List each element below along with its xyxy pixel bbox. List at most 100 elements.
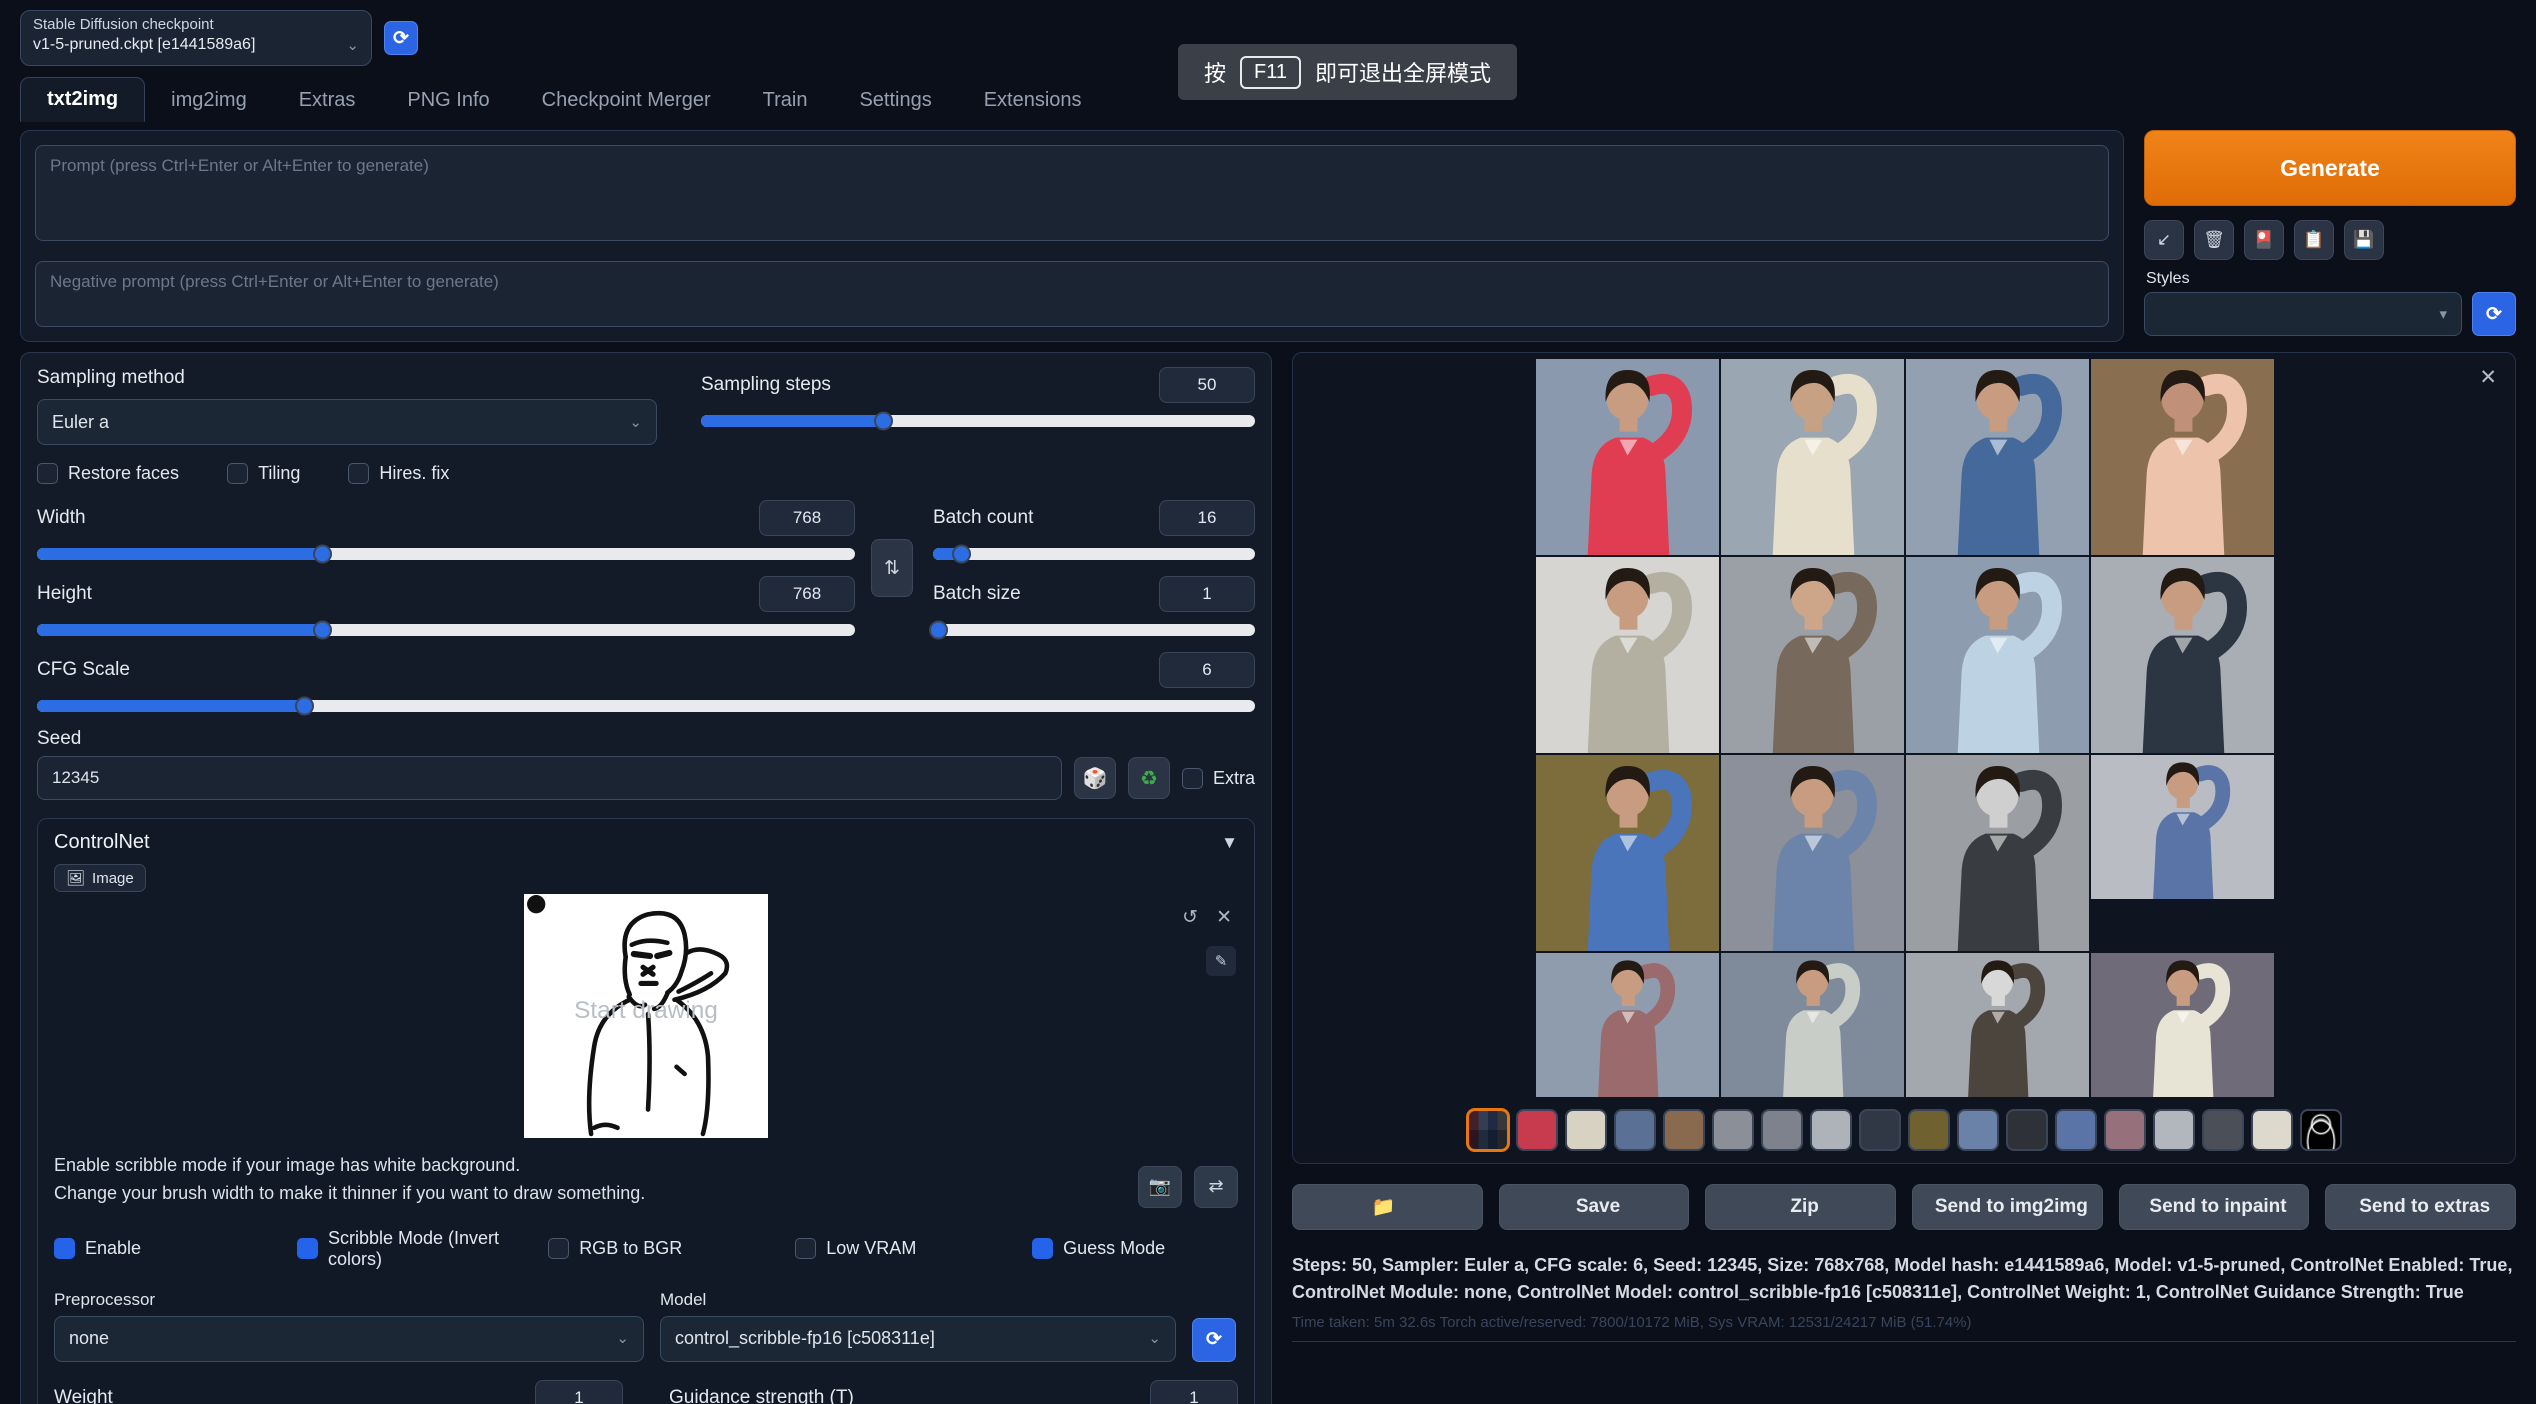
sampling-steps-slider[interactable]	[701, 415, 1255, 427]
batch-count-slider[interactable]	[933, 548, 1255, 560]
result-image[interactable]	[1536, 953, 1719, 1097]
apply-style-icon[interactable]: 📋	[2294, 220, 2334, 260]
thumbnail[interactable]	[2300, 1109, 2342, 1151]
width-value[interactable]: 768	[759, 500, 855, 536]
send-to-extras-button[interactable]: Send to extras	[2325, 1184, 2516, 1230]
clear-canvas-icon[interactable]: ✕	[1216, 906, 1232, 929]
thumbnail[interactable]	[1467, 1109, 1509, 1151]
result-image[interactable]	[1536, 755, 1719, 951]
result-image[interactable]	[1906, 359, 2089, 555]
checkbox-icon[interactable]	[37, 463, 58, 484]
result-image[interactable]	[2091, 557, 2274, 753]
result-image[interactable]	[1536, 557, 1719, 753]
option-checkbox[interactable]: Restore faces	[37, 463, 179, 484]
seed-input[interactable]	[37, 756, 1062, 800]
result-image[interactable]	[2091, 755, 2274, 899]
weight-value[interactable]: 1	[535, 1380, 623, 1404]
send-to-img2img-button[interactable]: Send to img2img	[1912, 1184, 2103, 1230]
close-gallery-icon[interactable]: ✕	[2479, 365, 2497, 390]
checkbox-icon[interactable]	[297, 1238, 318, 1259]
save-style-icon[interactable]: 💾	[2344, 220, 2384, 260]
extra-seed-checkbox[interactable]: Extra	[1182, 768, 1255, 789]
tab-item[interactable]: txt2img	[20, 77, 145, 122]
thumbnail[interactable]	[2055, 1109, 2097, 1151]
cfg-scale-value[interactable]: 6	[1159, 652, 1255, 688]
mirror-webcam-button[interactable]: ⇄	[1194, 1166, 1238, 1208]
controlnet-checkbox[interactable]: Scribble Mode (Invert colors)	[297, 1228, 548, 1270]
thumbnail[interactable]	[1957, 1109, 1999, 1151]
tab-item[interactable]: Settings	[833, 79, 957, 122]
checkpoint-selector[interactable]: Stable Diffusion checkpoint v1-5-pruned.…	[20, 10, 372, 66]
open-folder-button[interactable]: 📁	[1292, 1184, 1483, 1230]
checkbox-icon[interactable]	[227, 463, 248, 484]
preprocessor-dropdown[interactable]: none ⌄	[54, 1316, 644, 1362]
guidance-strength-value[interactable]: 1	[1150, 1380, 1238, 1404]
checkbox-icon[interactable]	[348, 463, 369, 484]
result-image[interactable]	[1721, 359, 1904, 555]
height-value[interactable]: 768	[759, 576, 855, 612]
result-image[interactable]	[2091, 953, 2274, 1097]
height-slider[interactable]	[37, 624, 855, 636]
checkbox-icon[interactable]	[54, 1238, 75, 1259]
controlnet-checkbox[interactable]: RGB to BGR	[548, 1228, 795, 1270]
checkbox-icon[interactable]	[1182, 768, 1203, 789]
thumbnail[interactable]	[2153, 1109, 2195, 1151]
prompt-input[interactable]	[35, 145, 2109, 241]
thumbnail[interactable]	[1614, 1109, 1656, 1151]
batch-size-value[interactable]: 1	[1159, 576, 1255, 612]
result-image[interactable]	[1906, 755, 2089, 951]
result-image[interactable]	[1721, 953, 1904, 1097]
checkbox-icon[interactable]	[1032, 1238, 1053, 1259]
tab-item[interactable]: Checkpoint Merger	[516, 79, 737, 122]
tab-item[interactable]: img2img	[145, 79, 273, 122]
refresh-checkpoint-button[interactable]: ⟳	[384, 21, 418, 55]
refresh-styles-button[interactable]: ⟳	[2472, 292, 2516, 336]
send-to-inpaint-button[interactable]: Send to inpaint	[2119, 1184, 2310, 1230]
controlnet-checkbox[interactable]: Guess Mode	[1032, 1228, 1238, 1270]
result-image[interactable]	[2091, 359, 2274, 555]
reuse-seed-button[interactable]: ♻	[1128, 757, 1170, 799]
webcam-button[interactable]: 📷	[1138, 1166, 1182, 1208]
controlnet-image-tab[interactable]: 🖼 Image	[54, 864, 146, 892]
generate-button[interactable]: Generate	[2144, 130, 2516, 206]
thumbnail[interactable]	[2104, 1109, 2146, 1151]
sampling-steps-value[interactable]: 50	[1159, 367, 1255, 403]
random-seed-button[interactable]: 🎲	[1074, 757, 1116, 799]
thumbnail[interactable]	[2006, 1109, 2048, 1151]
thumbnail[interactable]	[1908, 1109, 1950, 1151]
result-image[interactable]	[1721, 755, 1904, 951]
thumbnail[interactable]	[2202, 1109, 2244, 1151]
result-image[interactable]	[1536, 359, 1719, 555]
tab-item[interactable]: Train	[737, 79, 834, 122]
zip-button[interactable]: Zip	[1705, 1184, 1896, 1230]
result-image[interactable]	[1906, 557, 2089, 753]
thumbnail[interactable]	[1810, 1109, 1852, 1151]
result-image[interactable]	[1906, 953, 2089, 1097]
negative-prompt-input[interactable]	[35, 261, 2109, 327]
save-button[interactable]: Save	[1499, 1184, 1690, 1230]
thumbnail[interactable]	[1712, 1109, 1754, 1151]
controlnet-draw-canvas[interactable]: Start drawing	[524, 894, 768, 1138]
checkbox-icon[interactable]	[795, 1238, 816, 1259]
model-dropdown[interactable]: control_scribble-fp16 [c508311e] ⌄	[660, 1316, 1176, 1362]
tab-item[interactable]: Extensions	[958, 79, 1108, 122]
thumbnail[interactable]	[1761, 1109, 1803, 1151]
thumbnail[interactable]	[2251, 1109, 2293, 1151]
result-image[interactable]	[1721, 557, 1904, 753]
cfg-scale-slider[interactable]	[37, 700, 1255, 712]
batch-count-value[interactable]: 16	[1159, 500, 1255, 536]
option-checkbox[interactable]: Tiling	[227, 463, 300, 484]
extra-networks-icon[interactable]: 🎴	[2244, 220, 2284, 260]
option-checkbox[interactable]: Hires. fix	[348, 463, 449, 484]
brush-tool-button[interactable]: ✎	[1206, 946, 1236, 976]
tab-item[interactable]: Extras	[273, 79, 382, 122]
controlnet-checkbox[interactable]: Enable	[54, 1228, 297, 1270]
checkbox-icon[interactable]	[548, 1238, 569, 1259]
styles-dropdown[interactable]: ▾	[2144, 292, 2462, 336]
controlnet-checkbox[interactable]: Low VRAM	[795, 1228, 1032, 1270]
sampling-method-dropdown[interactable]: Euler a ⌄	[37, 399, 657, 445]
thumbnail[interactable]	[1859, 1109, 1901, 1151]
read-params-icon[interactable]: ↙	[2144, 220, 2184, 260]
collapse-icon[interactable]: ▼	[1221, 833, 1238, 853]
undo-icon[interactable]: ↺	[1182, 906, 1198, 929]
